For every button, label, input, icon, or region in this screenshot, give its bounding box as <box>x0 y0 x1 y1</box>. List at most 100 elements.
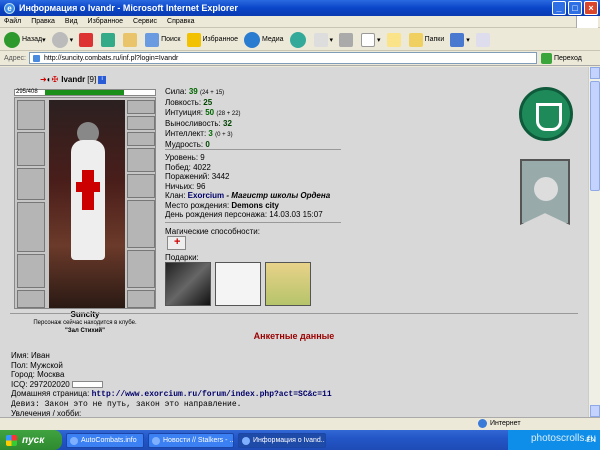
scroll-down-arrow-icon[interactable] <box>590 405 600 417</box>
location-note: Персонаж сейчас находится в клубе. <box>33 320 137 326</box>
menu-help[interactable]: Справка <box>167 18 194 25</box>
status-bar: Интернет <box>0 417 600 429</box>
scroll-thumb[interactable] <box>590 81 600 191</box>
character-image <box>49 100 125 308</box>
stat-row: Сила: 39 (24 + 15) <box>165 87 225 96</box>
print-icon <box>339 32 354 47</box>
earring-slot[interactable] <box>127 100 155 114</box>
info-wins: Побед: 4022 <box>165 162 211 172</box>
search-icon <box>145 32 160 47</box>
bull-emblem-icon[interactable] <box>519 87 573 141</box>
menu-edit[interactable]: Правка <box>31 18 55 25</box>
close-button[interactable]: × <box>584 1 598 15</box>
extra-slot[interactable] <box>127 290 155 308</box>
folders-button[interactable]: Папки <box>408 32 444 47</box>
taskbar-item[interactable]: AutoCombats.info <box>66 432 144 448</box>
weapon-slot[interactable] <box>17 132 45 166</box>
clan-banner-icon[interactable] <box>520 159 570 225</box>
menu-tools[interactable]: Сервис <box>133 18 157 25</box>
taskbar-item[interactable]: Информация о Ivand... <box>238 432 326 448</box>
hp-text: 295/408 <box>16 89 38 95</box>
menu-file[interactable]: Файл <box>4 18 21 25</box>
globe-icon <box>478 419 487 428</box>
homepage-link[interactable]: http://www.exorcium.ru/forum/index.php?a… <box>92 390 332 399</box>
scroll-slot-2[interactable] <box>127 174 155 198</box>
scroll-slot-1[interactable] <box>127 148 155 172</box>
vertical-scrollbar[interactable] <box>588 67 600 417</box>
gift-item[interactable] <box>215 262 261 306</box>
address-input[interactable]: http://suncity.combats.ru/inf.pl?login=I… <box>28 52 537 64</box>
gift-item[interactable] <box>165 262 211 306</box>
profile-name: Имя: Иван <box>11 351 50 360</box>
stop-button[interactable] <box>79 32 95 47</box>
mail-icon <box>313 32 328 47</box>
clan-icon: ✠ <box>51 75 59 84</box>
back-button[interactable]: Назад ▾ <box>4 31 46 48</box>
hp-bar: 295/408 <box>14 89 156 96</box>
info-icon[interactable]: i <box>98 75 107 84</box>
media-icon <box>243 31 260 48</box>
profile-city: Город: Москва <box>11 370 65 379</box>
folder-icon <box>408 32 423 47</box>
shield-slot[interactable] <box>127 200 155 248</box>
discuss-icon <box>386 32 401 47</box>
armor-slot[interactable] <box>17 168 45 200</box>
arrow-icon: ➜ <box>40 75 47 84</box>
ring-slot[interactable] <box>127 132 155 146</box>
history-button[interactable] <box>289 31 308 48</box>
page-icon <box>475 32 490 47</box>
taskbar-item[interactable]: Новости // Stalkers - ... <box>148 432 234 448</box>
discuss-button[interactable] <box>386 32 403 47</box>
address-label: Адрес: <box>4 54 26 62</box>
page-content: ➜ ◐ ✠ Ivandr [9] i 295/408 Suncity Персо… <box>0 67 588 417</box>
start-button[interactable]: пуск <box>0 430 62 450</box>
stats-list: Сила: 39 (24 + 15) Ловкость: 25 Интуиция… <box>165 87 241 150</box>
boots-slot[interactable] <box>17 290 45 308</box>
info-birthplace: Место рождения: Demons city <box>165 200 279 210</box>
clan-link[interactable]: Exorcium <box>188 191 224 200</box>
minimize-button[interactable]: _ <box>552 1 566 15</box>
refresh-button[interactable] <box>101 32 117 47</box>
profile-motto: Девиз: Закон это не путь, закон это напр… <box>11 399 242 409</box>
cross-bar-shape <box>76 182 100 192</box>
menu-favorites[interactable]: Избранное <box>88 18 123 25</box>
home-button[interactable] <box>123 32 139 47</box>
star-icon <box>186 32 201 47</box>
maximize-button[interactable]: □ <box>568 1 582 15</box>
mail-button[interactable]: ▾ <box>313 32 333 47</box>
profile-gender: Пол: Мужской <box>11 360 63 370</box>
scroll-up-arrow-icon[interactable] <box>590 67 600 79</box>
gifts-label: Подарки: <box>165 253 199 262</box>
info-clan: Клан: Exorcium - Магистр школы Ордена <box>165 191 331 200</box>
media-button[interactable]: Медиа <box>243 31 284 48</box>
profile-title: Анкетные данные <box>253 331 335 341</box>
translate-icon <box>450 32 465 47</box>
title-bar: e Информация о Ivandr - Microsoft Intern… <box>0 0 600 16</box>
helmet-slot[interactable] <box>17 100 45 130</box>
menu-bar: Файл Правка Вид Избранное Сервис Справка <box>0 16 600 28</box>
character-name[interactable]: Ivandr <box>61 75 85 84</box>
go-button[interactable]: Переход <box>540 52 582 64</box>
stat-row: Интуиция: 50 (28 + 22) <box>165 108 241 117</box>
gloves-slot[interactable] <box>17 254 45 288</box>
heal-ability-icon[interactable] <box>167 236 186 250</box>
divider <box>165 149 341 150</box>
address-bar: Адрес: http://suncity.combats.ru/inf.pl?… <box>0 51 600 66</box>
print-button[interactable] <box>339 32 355 47</box>
menu-view[interactable]: Вид <box>65 18 78 25</box>
legs-slot[interactable] <box>127 250 155 288</box>
belt-slot[interactable] <box>17 202 45 252</box>
divider <box>10 313 578 314</box>
translate-button[interactable]: ▾ <box>450 32 470 47</box>
gift-item[interactable] <box>265 262 311 306</box>
necklace-slot[interactable] <box>127 116 155 130</box>
search-button[interactable]: Поиск <box>145 32 181 47</box>
edit-button[interactable]: ▾ <box>361 32 381 47</box>
favorites-button[interactable]: Избранное <box>186 32 238 47</box>
edit-icon <box>361 32 376 47</box>
page-button[interactable] <box>475 32 492 47</box>
profile-homepage: Домашняя страница: http://www.exorcium.r… <box>11 389 332 399</box>
windows-flag-icon <box>6 434 17 446</box>
info-birthday: День рождения персонажа: 14.03.03 15:07 <box>165 210 323 219</box>
forward-button[interactable]: ▾ <box>51 31 73 48</box>
